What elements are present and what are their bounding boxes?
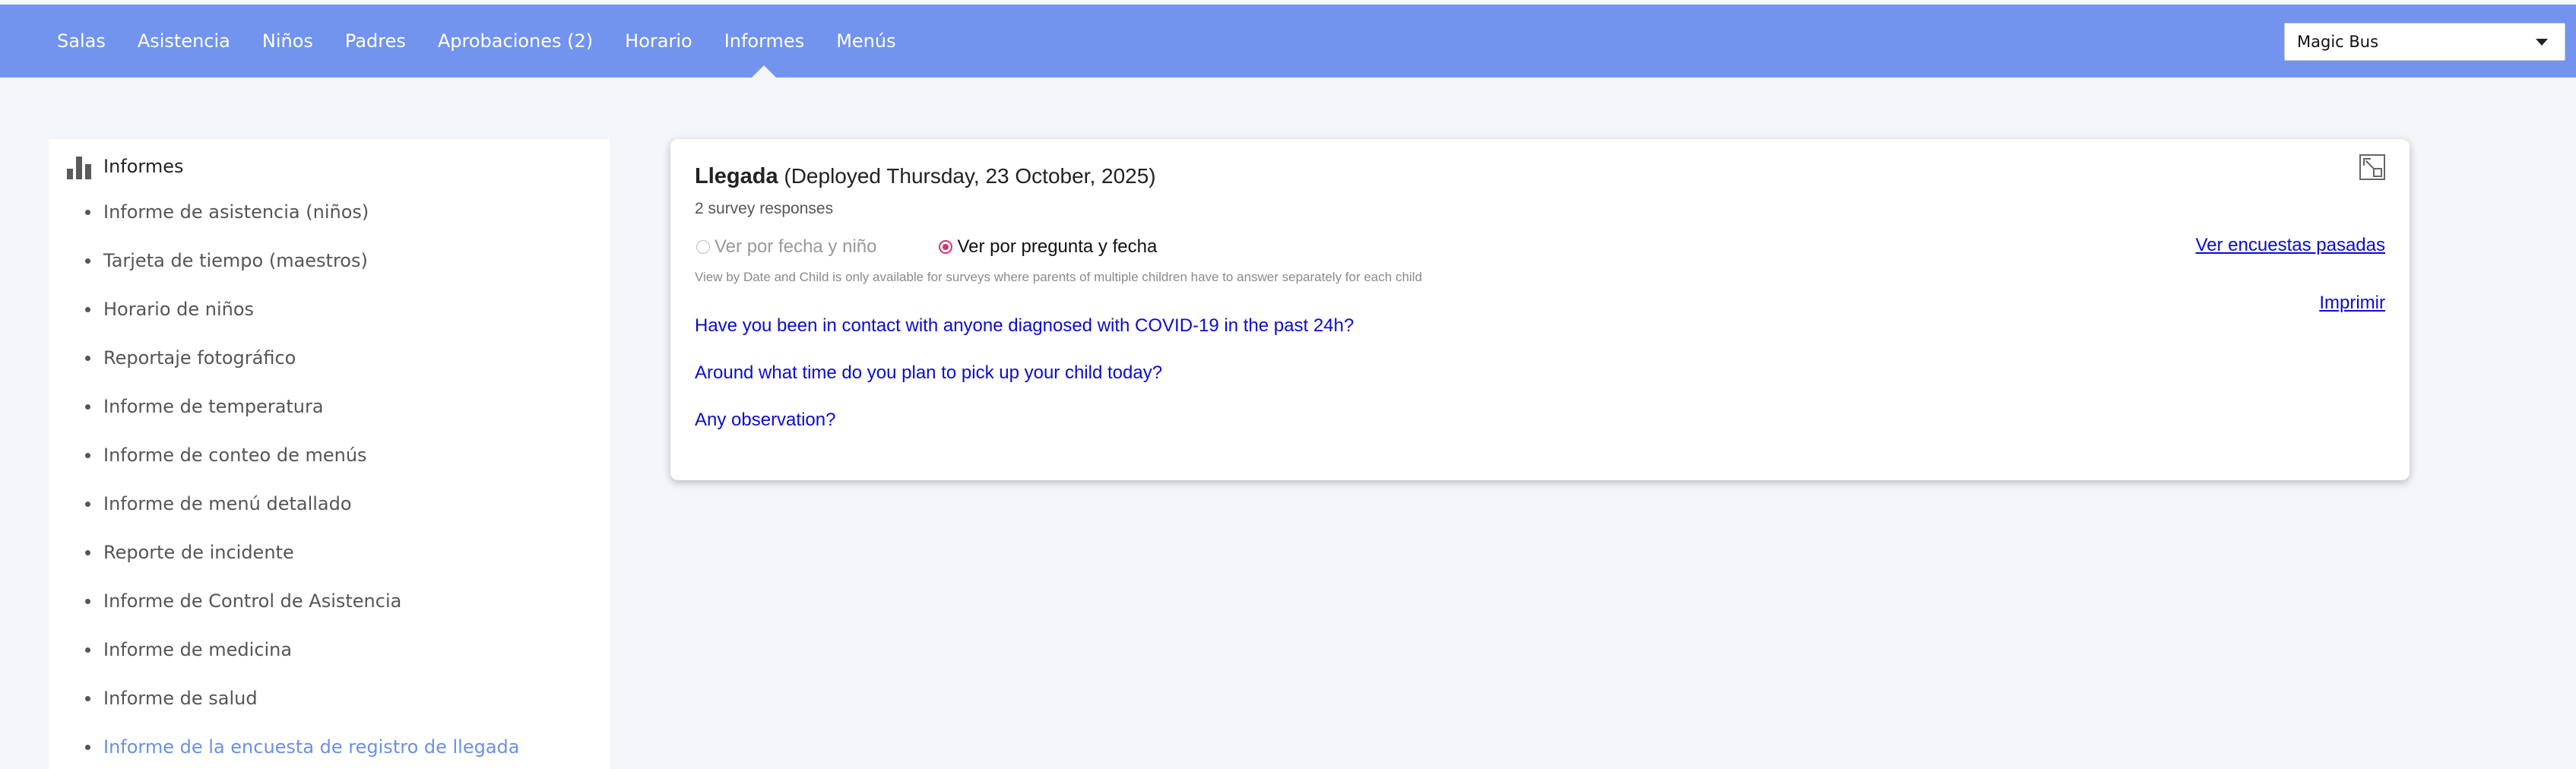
report-item-asistencia-ninos[interactable]: Informe de asistencia (niños) — [85, 188, 520, 236]
past-surveys-link[interactable]: Ver encuestas pasadas — [2195, 235, 2385, 256]
report-item-incidente[interactable]: Reporte de incidente — [85, 528, 520, 577]
view-mode-note: View by Date and Child is only available… — [695, 270, 1422, 284]
expand-icon[interactable] — [2359, 154, 2385, 180]
organization-select[interactable]: Magic Bus — [2284, 23, 2565, 61]
report-item-medicina[interactable]: Informe de medicina — [85, 625, 520, 674]
survey-title: Llegada (Deployed Thursday, 23 October, … — [695, 164, 1156, 189]
survey-deployed-date: (Deployed Thursday, 23 October, 2025) — [784, 164, 1156, 188]
report-item-horario-ninos[interactable]: Horario de niños — [85, 285, 520, 334]
nav-item-ninos[interactable]: Niños — [246, 5, 329, 78]
radio-label-question-date[interactable]: Ver por pregunta y fecha — [957, 236, 1157, 258]
report-item-encuesta-llegada[interactable]: Informe de la encuesta de registro de ll… — [85, 723, 520, 769]
sidebar-header: Informes — [67, 153, 184, 180]
survey-report-card: Llegada (Deployed Thursday, 23 October, … — [670, 139, 2410, 480]
report-item-tarjeta-tiempo[interactable]: Tarjeta de tiempo (maestros) — [85, 236, 520, 285]
report-item-control-asistencia[interactable]: Informe de Control de Asistencia — [85, 577, 520, 625]
sidebar-title: Informes — [103, 156, 184, 177]
report-item-temperatura[interactable]: Informe de temperatura — [85, 382, 520, 431]
report-item-reportaje-fotografico[interactable]: Reportaje fotográfico — [85, 334, 520, 382]
report-item-menu-detallado[interactable]: Informe de menú detallado — [85, 479, 520, 528]
radio-view-by-date-child[interactable] — [696, 240, 710, 254]
nav-item-salas[interactable]: Salas — [41, 5, 122, 78]
survey-response-count: 2 survey responses — [695, 200, 834, 217]
question-link-observation[interactable]: Any observation? — [695, 410, 835, 431]
report-list: Informe de asistencia (niños) Tarjeta de… — [85, 188, 520, 769]
organization-select-value: Magic Bus — [2297, 33, 2379, 51]
nav-item-horario[interactable]: Horario — [609, 5, 708, 78]
top-navbar: Salas Asistencia Niños Padres Aprobacion… — [0, 5, 2576, 78]
reports-sidebar: Informes Informe de asistencia (niños) T… — [49, 139, 610, 769]
report-item-conteo-menus[interactable]: Informe de conteo de menús — [85, 431, 520, 479]
survey-name: Llegada — [695, 164, 778, 188]
nav-item-asistencia[interactable]: Asistencia — [122, 5, 246, 78]
print-link[interactable]: Imprimir — [2319, 293, 2385, 314]
nav-item-padres[interactable]: Padres — [329, 5, 422, 78]
caret-down-icon — [2536, 39, 2548, 46]
report-item-salud[interactable]: Informe de salud — [85, 674, 520, 723]
bar-chart-icon — [67, 153, 93, 179]
view-mode-radio-group: Ver por fecha y niño Ver por pregunta y … — [696, 236, 1219, 258]
nav-item-menus[interactable]: Menús — [820, 5, 911, 78]
nav-menu: Salas Asistencia Niños Padres Aprobacion… — [41, 5, 912, 78]
radio-view-by-question-date[interactable] — [939, 240, 953, 254]
question-link-pickup-time[interactable]: Around what time do you plan to pick up … — [695, 362, 1162, 384]
nav-item-informes[interactable]: Informes — [708, 5, 821, 78]
nav-item-aprobaciones[interactable]: Aprobaciones (2) — [422, 5, 609, 78]
question-link-covid[interactable]: Have you been in contact with anyone dia… — [695, 315, 1354, 337]
radio-label-date-child[interactable]: Ver por fecha y niño — [714, 236, 876, 258]
